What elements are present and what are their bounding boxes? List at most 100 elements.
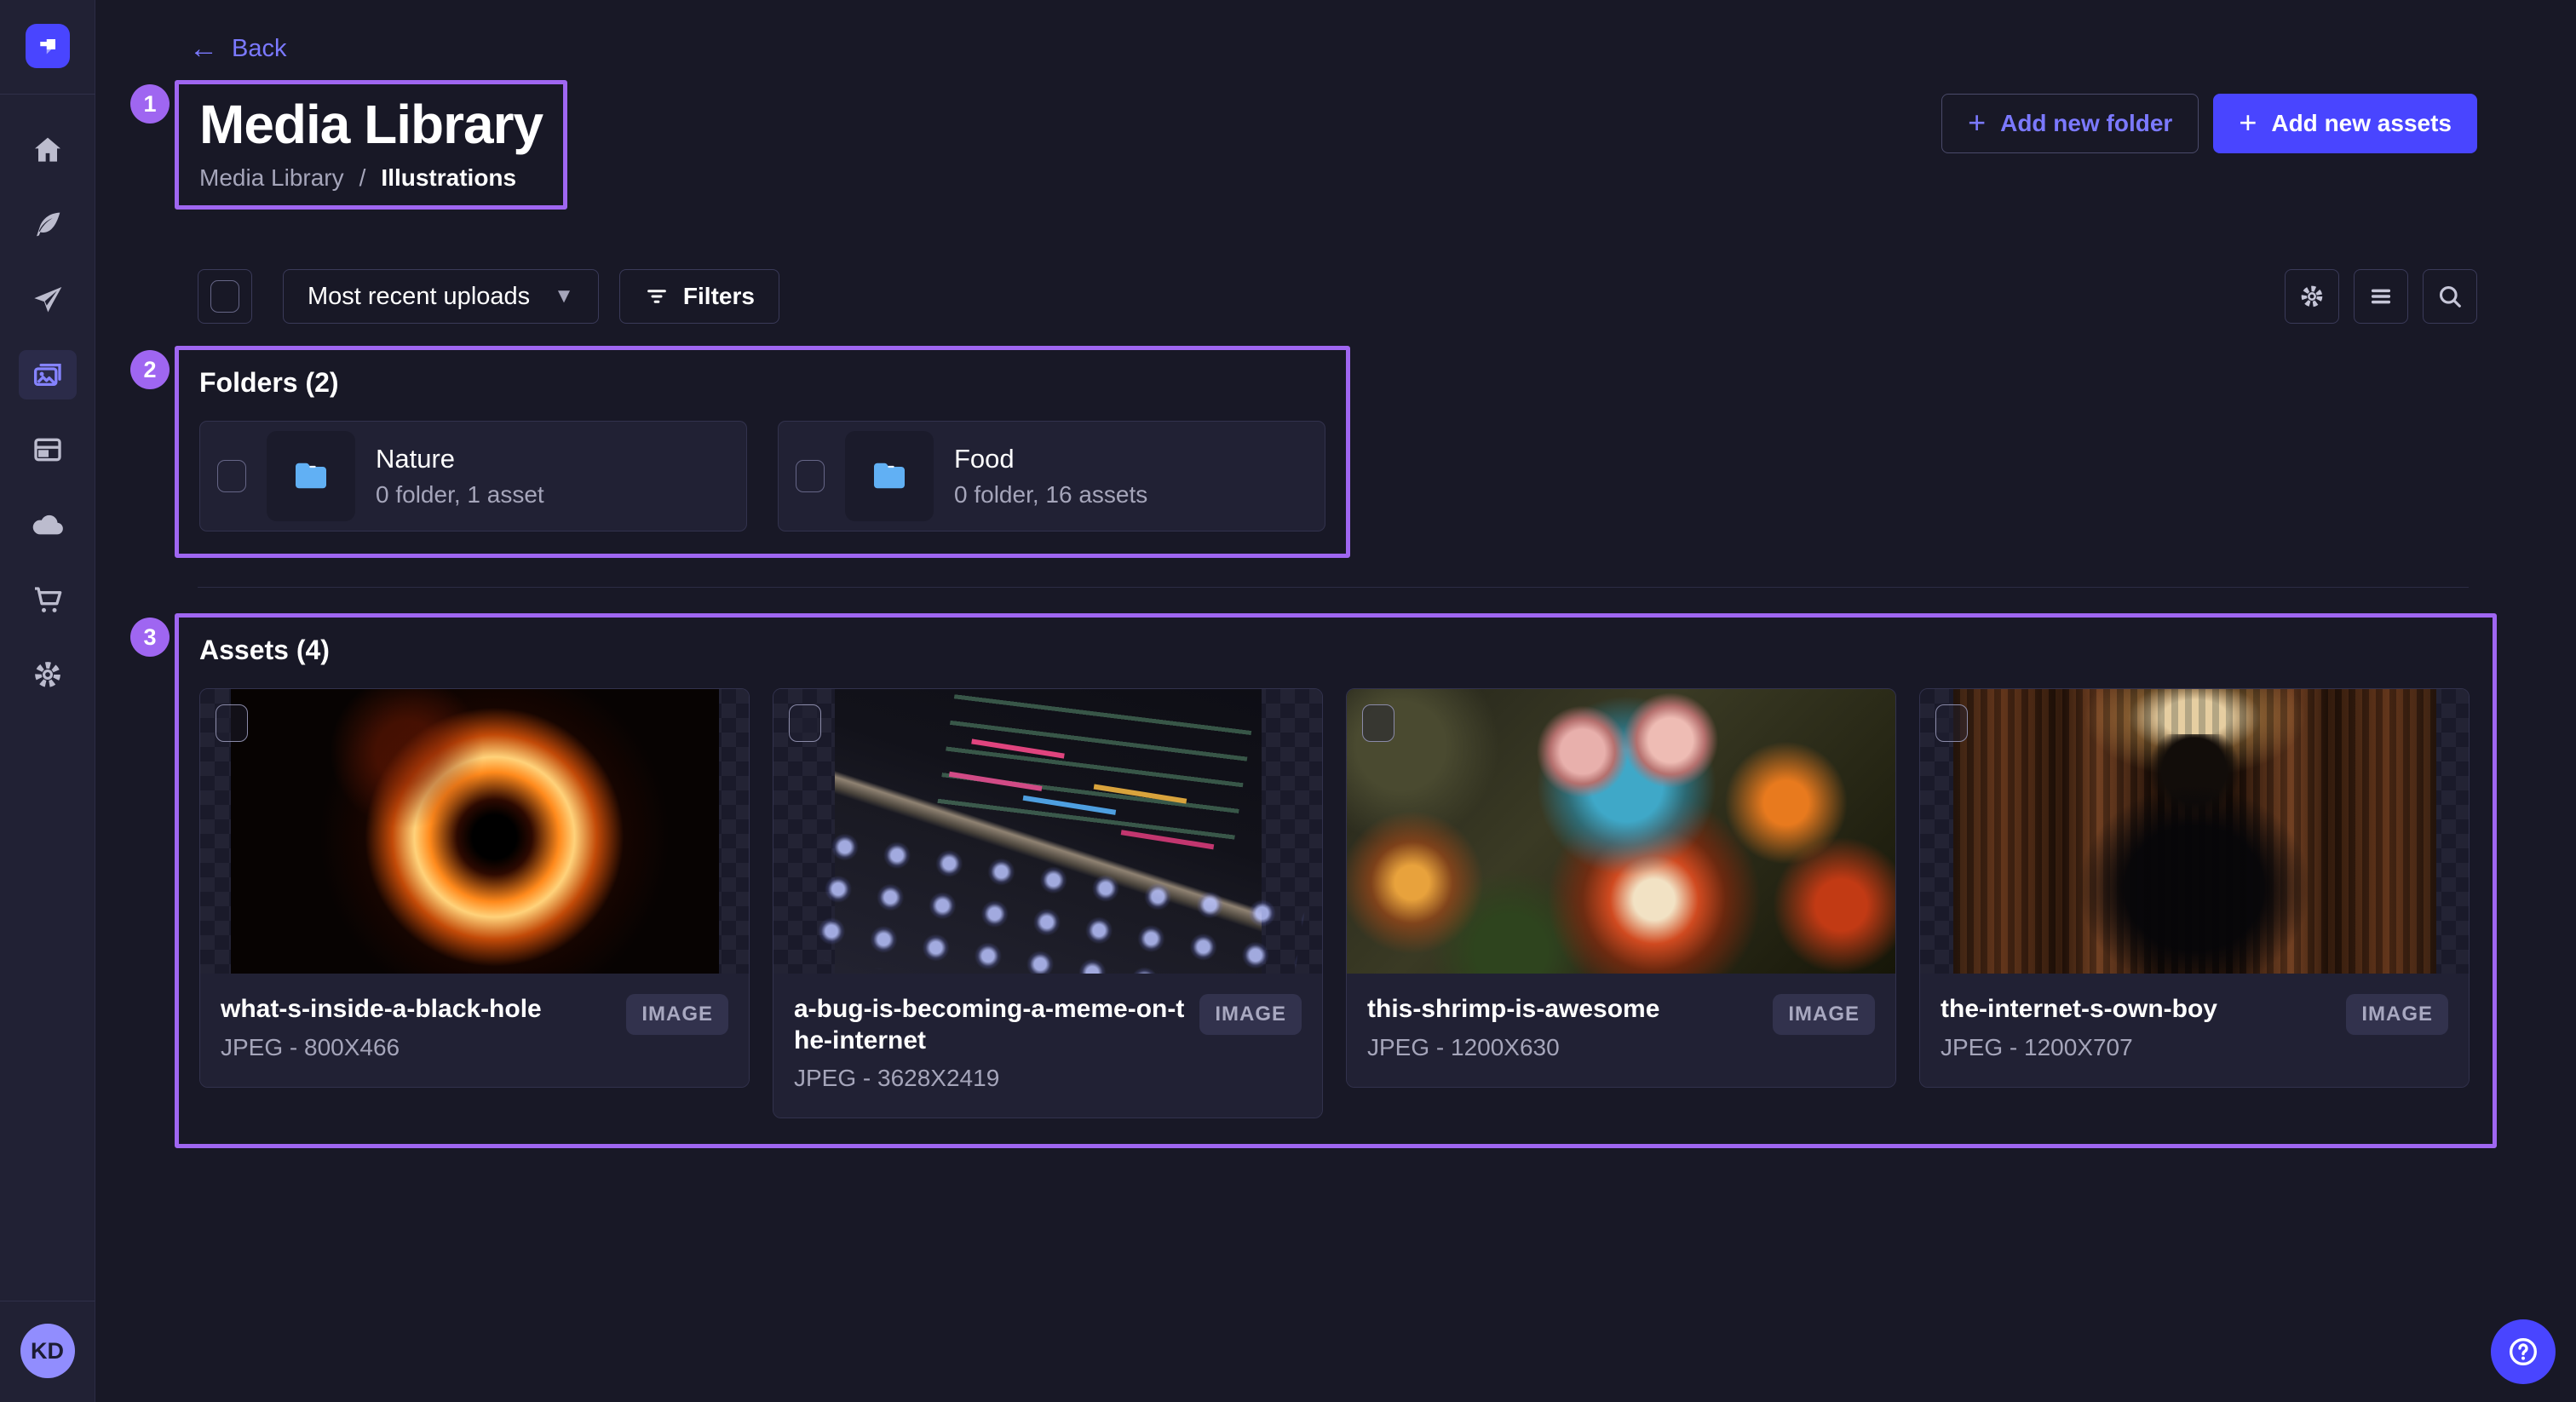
asset-type-badge: IMAGE <box>1199 994 1302 1035</box>
user-avatar[interactable]: KD <box>20 1324 75 1378</box>
folder-list: Nature 0 folder, 1 asset Food 0 folder, … <box>199 421 1325 531</box>
list-view-button[interactable] <box>2354 269 2408 324</box>
folder-meta: 0 folder, 16 assets <box>954 481 1147 509</box>
asset-list: what-s-inside-a-black-hole JPEG - 800X46… <box>199 688 2472 1118</box>
help-button[interactable] <box>2491 1319 2556 1384</box>
layout-icon <box>31 433 65 467</box>
filters-button[interactable]: Filters <box>619 269 779 324</box>
section-divider <box>198 587 2469 588</box>
back-link[interactable]: ← Back <box>189 34 286 63</box>
sidebar-item-settings[interactable] <box>19 650 77 699</box>
asset-card-internets-own-boy[interactable]: the-internet-s-own-boy JPEG - 1200X707 I… <box>1919 688 2470 1088</box>
settings-icon <box>2297 282 2326 311</box>
plus-icon: + <box>2239 107 2257 138</box>
asset-checkbox[interactable] <box>216 704 248 742</box>
asset-texts: this-shrimp-is-awesome JPEG - 1200X630 <box>1367 994 1757 1061</box>
folders-section-title: Folders (2) <box>199 367 1325 399</box>
breadcrumb-separator: / <box>359 164 366 192</box>
annotation-box-title: 1 Media Library Media Library / Illustra… <box>175 80 567 210</box>
asset-thumbnail <box>1347 689 1895 974</box>
folder-meta: 0 folder, 1 asset <box>376 481 544 509</box>
caret-down-icon: ▼ <box>554 284 574 308</box>
asset-name: this-shrimp-is-awesome <box>1367 994 1757 1026</box>
asset-card-bug-meme[interactable]: a-bug-is-becoming-a-meme-on-the-internet… <box>773 688 1323 1118</box>
select-all-checkbox[interactable] <box>210 280 239 313</box>
folder-name: Food <box>954 444 1147 474</box>
asset-card-shrimp[interactable]: this-shrimp-is-awesome JPEG - 1200X630 I… <box>1346 688 1896 1088</box>
asset-name: the-internet-s-own-boy <box>1941 994 2331 1026</box>
back-label: Back <box>232 35 286 63</box>
sort-select[interactable]: Most recent uploads ▼ <box>283 269 599 324</box>
asset-card-black-hole[interactable]: what-s-inside-a-black-hole JPEG - 800X46… <box>199 688 750 1088</box>
folder-icon-container <box>267 431 355 521</box>
breadcrumb-parent[interactable]: Media Library <box>199 164 344 192</box>
sidebar-item-home[interactable] <box>19 125 77 175</box>
asset-thumbnail <box>1920 689 2469 974</box>
select-all-button[interactable] <box>198 269 252 324</box>
cloud-icon <box>30 507 66 543</box>
plus-icon: + <box>1968 107 1986 138</box>
sidebar: KD <box>0 0 95 1402</box>
filters-label: Filters <box>683 283 755 310</box>
sidebar-divider-top <box>0 94 95 95</box>
annotation-number-2: 2 <box>130 350 170 389</box>
list-icon <box>2367 283 2395 310</box>
sidebar-bottom: KD <box>0 1301 95 1402</box>
main-content: ← Back 1 Media Library Media Library / I… <box>95 0 2576 1148</box>
strapi-logo[interactable] <box>26 24 70 68</box>
asset-meta: JPEG - 800X466 <box>221 1034 611 1061</box>
folder-checkbox[interactable] <box>217 460 246 492</box>
folder-checkbox[interactable] <box>796 460 825 492</box>
sidebar-nav <box>19 125 77 699</box>
page-header: 1 Media Library Media Library / Illustra… <box>189 80 2477 210</box>
assets-section-title: Assets (4) <box>199 635 2472 666</box>
help-question-icon <box>2506 1335 2540 1369</box>
asset-texts: what-s-inside-a-black-hole JPEG - 800X46… <box>221 994 611 1061</box>
annotation-number-1: 1 <box>130 84 170 124</box>
sidebar-item-releases[interactable] <box>19 275 77 325</box>
folder-icon <box>869 456 910 497</box>
media-library-icon <box>30 357 66 393</box>
add-new-folder-button[interactable]: + Add new folder <box>1941 94 2199 153</box>
feather-icon <box>31 208 65 242</box>
page-title: Media Library <box>199 93 543 156</box>
add-new-folder-label: Add new folder <box>2000 110 2172 137</box>
library-portrait-photo <box>1953 689 2436 974</box>
arrow-left-icon: ← <box>189 34 218 63</box>
asset-thumbnail <box>200 689 749 974</box>
add-new-assets-button[interactable]: + Add new assets <box>2213 94 2477 153</box>
asset-type-badge: IMAGE <box>1773 994 1875 1035</box>
asset-footer: this-shrimp-is-awesome JPEG - 1200X630 I… <box>1347 974 1895 1087</box>
asset-meta: JPEG - 1200X707 <box>1941 1034 2331 1061</box>
sidebar-item-cloud[interactable] <box>19 500 77 549</box>
asset-checkbox[interactable] <box>789 704 821 742</box>
header-actions: + Add new folder + Add new assets <box>1941 94 2477 153</box>
asset-footer: a-bug-is-becoming-a-meme-on-the-internet… <box>773 974 1322 1118</box>
gear-icon <box>31 658 65 692</box>
asset-texts: a-bug-is-becoming-a-meme-on-the-internet… <box>794 994 1184 1092</box>
search-button[interactable] <box>2423 269 2477 324</box>
asset-footer: the-internet-s-own-boy JPEG - 1200X707 I… <box>1920 974 2469 1087</box>
view-settings-button[interactable] <box>2285 269 2339 324</box>
home-icon <box>31 133 65 167</box>
sidebar-item-content-type-builder[interactable] <box>19 425 77 474</box>
cart-icon <box>31 583 65 617</box>
annotation-box-folders: 2 Folders (2) Nature 0 folder, 1 asset <box>175 346 1350 558</box>
folder-card-food[interactable]: Food 0 folder, 16 assets <box>778 421 1325 531</box>
asset-checkbox[interactable] <box>1935 704 1968 742</box>
laptop-code-photo <box>835 689 1262 974</box>
folder-card-nature[interactable]: Nature 0 folder, 1 asset <box>199 421 747 531</box>
asset-checkbox[interactable] <box>1362 704 1394 742</box>
sidebar-item-content-manager[interactable] <box>19 200 77 250</box>
folder-texts: Food 0 folder, 16 assets <box>954 444 1147 509</box>
folder-texts: Nature 0 folder, 1 asset <box>376 444 544 509</box>
annotation-box-assets: 3 Assets (4) what-s-inside-a-black-hole … <box>175 613 2497 1148</box>
asset-type-badge: IMAGE <box>626 994 728 1035</box>
sort-select-value: Most recent uploads <box>308 283 530 311</box>
sidebar-item-marketplace[interactable] <box>19 575 77 624</box>
asset-thumbnail <box>773 689 1322 974</box>
sidebar-item-media-library[interactable] <box>19 350 77 399</box>
breadcrumb: Media Library / Illustrations <box>199 164 543 192</box>
mantis-shrimp-photo <box>1347 689 1895 974</box>
asset-texts: the-internet-s-own-boy JPEG - 1200X707 <box>1941 994 2331 1061</box>
